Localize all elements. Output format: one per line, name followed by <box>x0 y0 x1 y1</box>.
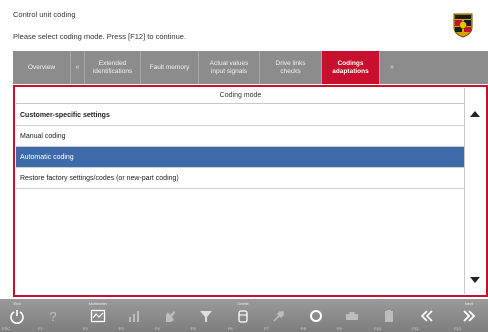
tab-scroll-right[interactable]: » <box>380 51 404 84</box>
coding-mode-list: Customer-specific settings Manual coding… <box>16 105 465 210</box>
instruction-text: Please select coding mode. Press [F12] t… <box>13 32 187 41</box>
fkey-back[interactable]: F11 <box>410 299 444 332</box>
fkey-help[interactable]: ? F1 <box>36 299 70 332</box>
fkey-hand[interactable]: F4 <box>153 299 187 332</box>
function-key-bar: End ESC ? F1 Multimeter F2 F3 F4 F5 Dele… <box>0 299 488 332</box>
back-icon <box>420 310 433 322</box>
fkey-delete[interactable]: Delete F6 <box>226 299 260 332</box>
tab-drive-links[interactable]: Drive links checks <box>260 51 322 84</box>
tab-codings-adaptations[interactable]: Codings adaptations <box>322 51 380 84</box>
porsche-crest-logo <box>453 13 473 38</box>
card-icon <box>385 310 393 322</box>
svg-text:?: ? <box>49 309 56 324</box>
fkey-number: F11 <box>412 326 419 331</box>
help-icon: ? <box>49 309 56 324</box>
fkey-number: F9 <box>337 326 342 331</box>
list-item-automatic-coding[interactable]: Automatic coding <box>16 147 465 168</box>
fkey-next[interactable]: Next F12 <box>452 299 486 332</box>
signal-icon <box>129 311 139 322</box>
fkey-number: F4 <box>155 326 160 331</box>
fkey-tool[interactable]: F7 <box>262 299 296 332</box>
list-item-customer-specific[interactable]: Customer-specific settings <box>16 105 465 126</box>
fkey-multimeter[interactable]: Multimeter F2 <box>81 299 115 332</box>
arrow-up-icon <box>470 111 480 117</box>
fkey-caption: Multimeter <box>88 301 108 306</box>
power-icon <box>10 310 24 324</box>
tab-scroll-left[interactable]: « <box>71 51 85 84</box>
fkey-card[interactable]: F10 <box>372 299 406 332</box>
fkey-number: F10 <box>374 326 381 331</box>
fkey-camera[interactable]: F9 <box>335 299 369 332</box>
fkey-number: ESC <box>2 326 11 331</box>
fkey-number: F3 <box>119 326 124 331</box>
list-item-manual-coding[interactable]: Manual coding <box>16 126 465 147</box>
fkey-number: F2 <box>83 326 88 331</box>
scroll-up-button[interactable] <box>465 104 485 124</box>
filter-icon <box>200 311 212 322</box>
tab-overview[interactable]: Overview <box>13 51 71 84</box>
fkey-caption: End <box>13 301 21 306</box>
fkey-signal[interactable]: F3 <box>117 299 151 332</box>
tool-icon <box>273 311 284 322</box>
coding-mode-panel: Coding mode Customer-specific settings M… <box>13 85 488 297</box>
list-item-empty <box>16 189 465 210</box>
fkey-number: F6 <box>228 326 233 331</box>
arrow-down-icon <box>470 277 480 283</box>
list-header: Coding mode <box>16 88 465 104</box>
fkey-filter[interactable]: F5 <box>189 299 223 332</box>
scrollbar[interactable] <box>464 88 485 294</box>
delete-icon <box>238 310 248 323</box>
fkey-number: F5 <box>191 326 196 331</box>
multimeter-icon <box>90 309 106 323</box>
tab-bar: Overview « Extended identifications Faul… <box>13 51 488 84</box>
tab-extended-identifications[interactable]: Extended identifications <box>85 51 141 84</box>
camera-icon <box>346 312 358 320</box>
fkey-number: F7 <box>264 326 269 331</box>
fkey-end[interactable]: End ESC <box>0 299 34 332</box>
fkey-caption: Delete <box>237 301 249 306</box>
app-window: Control unit coding Please select coding… <box>0 0 488 332</box>
fkey-number: F1 <box>38 326 43 331</box>
tab-fault-memory[interactable]: Fault memory <box>141 51 199 84</box>
list-item-restore-factory[interactable]: Restore factory settings/codes (or new-p… <box>16 168 465 189</box>
fkey-record[interactable]: F8 <box>299 299 333 332</box>
fkey-caption: Next <box>464 301 474 306</box>
record-icon <box>310 310 322 322</box>
page-title: Control unit coding <box>13 10 76 19</box>
next-icon <box>463 310 476 322</box>
hand-icon <box>166 311 175 322</box>
tab-actual-values[interactable]: Actual values input signals <box>199 51 260 84</box>
scroll-down-button[interactable] <box>465 270 485 290</box>
fkey-number: F8 <box>301 326 306 331</box>
fkey-number: F12 <box>454 326 461 331</box>
